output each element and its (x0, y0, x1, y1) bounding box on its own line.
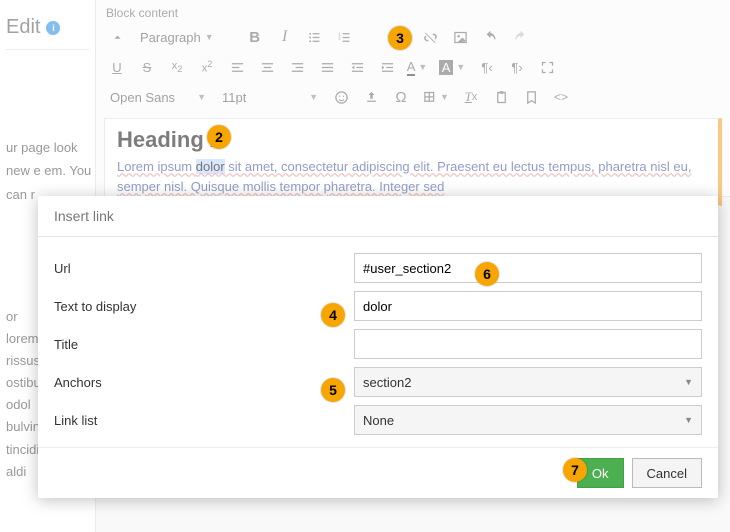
linklist-label: Link list (54, 413, 354, 428)
align-center-button[interactable] (252, 54, 282, 80)
align-right-button[interactable] (282, 54, 312, 80)
heading-2: Heading 2 (117, 127, 706, 153)
outdent-button[interactable] (342, 54, 372, 80)
paste-button[interactable] (486, 84, 516, 110)
superscript-button[interactable]: x2 (192, 54, 222, 80)
numbered-list-button[interactable]: 12 (330, 24, 360, 50)
align-justify-button[interactable] (312, 54, 342, 80)
clear-format-button[interactable]: Tx (456, 84, 486, 110)
unlink-button[interactable] (416, 24, 446, 50)
annotation-6: 6 (475, 262, 499, 286)
dialog-title: Insert link (38, 196, 718, 237)
annotation-4: 4 (321, 303, 345, 327)
paragraph-select[interactable]: Paragraph▼ (132, 24, 222, 50)
insert-link-dialog: Insert link Url Text to display Title An… (38, 196, 718, 498)
url-input[interactable] (354, 253, 702, 283)
url-label: Url (54, 261, 354, 276)
svg-text:2: 2 (338, 35, 341, 40)
toolbar-row-1: Paragraph▼ B I 12 (96, 22, 730, 52)
size-select[interactable]: 11pt▼ (214, 84, 326, 110)
toolbar-row-3: Open Sans▼ 11pt▼ Ω ▼ Tx <> (96, 82, 730, 112)
table-button[interactable]: ▼ (416, 84, 456, 110)
underline-button[interactable]: U (102, 54, 132, 80)
title-input[interactable] (354, 329, 702, 359)
emoji-button[interactable] (326, 84, 356, 110)
anchors-label: Anchors (54, 375, 354, 390)
annotation-5: 5 (321, 378, 345, 402)
info-icon: i (46, 21, 60, 35)
annotation-3: 3 (388, 26, 412, 50)
text-color-button[interactable]: A▼ (402, 54, 432, 80)
cancel-button[interactable]: Cancel (632, 458, 702, 488)
block-content-label: Block content (96, 0, 730, 22)
text-display-label: Text to display (54, 299, 354, 314)
indent-button[interactable] (372, 54, 402, 80)
title-label: Title (54, 337, 354, 352)
font-select[interactable]: Open Sans▼ (102, 84, 214, 110)
body-text: Lorem ipsum dolor sit amet, consectetur … (117, 159, 691, 194)
redo-button[interactable] (506, 24, 536, 50)
bg-color-button[interactable]: A▼ (432, 54, 472, 80)
editor-panel: Block content Paragraph▼ B I 12 U S x2 x… (96, 0, 730, 197)
expand-toggle[interactable] (102, 24, 132, 50)
subscript-button[interactable]: x2 (162, 54, 192, 80)
undo-button[interactable] (476, 24, 506, 50)
strike-button[interactable]: S (132, 54, 162, 80)
linklist-select[interactable]: None▼ (354, 405, 702, 435)
source-button[interactable]: <> (546, 84, 576, 110)
anchors-select[interactable]: section2▼ (354, 367, 702, 397)
ltr-button[interactable]: ¶‹ (472, 54, 502, 80)
page-title: Edit i (6, 16, 89, 50)
content-area[interactable]: Heading 2 Lorem ipsum dolor sit amet, co… (104, 118, 722, 206)
italic-button[interactable]: I (270, 24, 300, 50)
toolbar-row-2: U S x2 x2 A▼ A▼ ¶‹ ¶› (96, 52, 730, 82)
align-left-button[interactable] (222, 54, 252, 80)
fullscreen-button[interactable] (532, 54, 562, 80)
omega-button[interactable]: Ω (386, 84, 416, 110)
rtl-button[interactable]: ¶› (502, 54, 532, 80)
image-button[interactable] (446, 24, 476, 50)
bookmark-button[interactable] (516, 84, 546, 110)
bold-button[interactable]: B (240, 24, 270, 50)
bullet-list-button[interactable] (300, 24, 330, 50)
annotation-7: 7 (563, 458, 587, 482)
upload-button[interactable] (356, 84, 386, 110)
annotation-2: 2 (207, 125, 231, 149)
selected-text: dolor (196, 159, 225, 174)
edit-label: Edit (6, 16, 40, 39)
text-display-input[interactable] (354, 291, 702, 321)
